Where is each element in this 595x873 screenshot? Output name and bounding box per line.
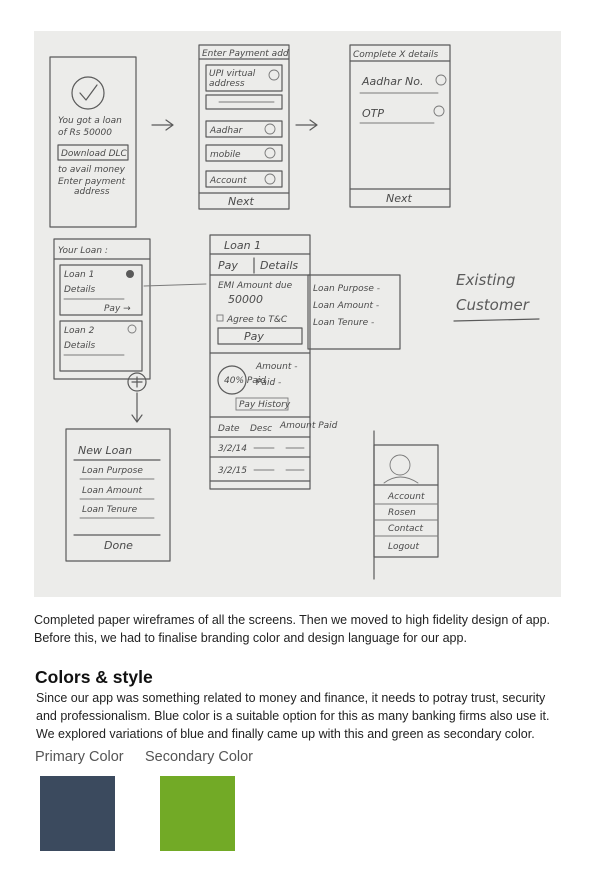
colors-section-body: Since our app was something related to m… [36,691,550,741]
sketch-tab-pay: Pay [218,259,238,272]
sketch-loan1-pay: Pay → [104,304,131,314]
wireframe-sketch-photo: You got a loan of Rs 50000 Download DLC … [34,31,561,597]
sketch-otp: OTP [362,107,384,120]
sketch-existing-2: Customer [456,296,530,314]
sketch-new-loan-purpose: Loan Purpose [82,466,143,476]
sketch-avail-1: to avail money [58,165,126,175]
sketch-row-1: 3/2/14 [218,444,247,454]
sketch-screen-payment-address: Enter Payment add UPI virtual address Aa… [198,44,318,210]
sketch-row-2: 3/2/15 [218,466,247,476]
sketch-screen-side-menu: Account Rosen Contact Logout [373,430,439,580]
sketch-loan1-label: Loan 1 [64,270,94,280]
sketch-popout-tenure: Loan Tenure - [313,318,374,328]
sketch-emi-amount: 50000 [228,293,263,306]
sketch-aadhar-no: Aadhar No. [361,75,423,88]
sketch-upi-1: UPI virtual [209,69,256,79]
sketch-popout-purpose: Loan Purpose - [313,284,380,294]
sketch-amount-label: Amount - [255,362,297,372]
sketch-field-aadhar: Aadhar [209,126,244,136]
sketch-tab-details: Details [260,259,298,272]
sketch-field-mobile: mobile [210,150,241,160]
sketch-new-loan-tenure: Loan Tenure [82,505,138,515]
sketch-loan1-title: Loan 1 [224,239,261,252]
sketch-col-amount: Amount Paid [279,421,338,431]
sketch-col-date: Date [218,424,240,434]
sketch-field-account: Account [209,176,247,186]
sketch-menu-account: Account [387,492,425,502]
sketch-agree-tc: Agree to T&C [226,315,288,325]
sketch-screen-new-loan: New Loan Loan Purpose Loan Amount Loan T… [65,428,171,562]
primary-color-label: Primary Color [35,749,124,765]
sketch-new-loan-amount: Loan Amount [82,486,142,496]
sketch-existing-1: Existing [456,271,515,289]
primary-color-swatch [40,776,115,851]
secondary-color-label: Secondary Color [145,749,253,765]
sketch-your-loan-title: Your Loan : [58,246,108,256]
wireframe-sketch-drawing: You got a loan of Rs 50000 Download DLC … [49,44,540,580]
secondary-color-swatch [160,776,235,851]
sketch-pay-button: Pay [244,330,264,343]
sketch-loan-msg-1: You got a loan [58,116,122,126]
sketch-menu-logout: Logout [388,542,419,552]
sketch-existing-customer-note: Existing Customer [453,271,540,322]
sketch-loan2-label: Loan 2 [64,326,95,336]
sketch-loan-msg-2: of Rs 50000 [58,128,112,138]
sketch-loan2-details: Details [64,341,96,351]
colors-section-title: Colors & style [35,667,153,687]
sketch-details-popout: Loan Purpose - Loan Amount - Loan Tenure… [307,274,401,350]
sketch-complete-title: Complete X details [353,50,439,60]
sketch-screen-loan-success: You got a loan of Rs 50000 Download DLC … [49,56,174,228]
sketch-upi-2: address [209,79,245,89]
sketch-download-button: Download DLC [61,149,128,159]
sketch-screen-loan-detail: Loan 1 Pay Details EMI Amount due 50000 … [209,234,338,490]
wireframe-caption: Completed paper wireframes of all the sc… [34,613,551,645]
sketch-col-desc: Desc [250,424,272,434]
sketch-avail-2: Enter payment [58,177,126,187]
sketch-emi-label: EMI Amount due [218,281,293,291]
sketch-menu-contact: Contact [388,524,423,534]
sketch-new-loan-title: New Loan [78,444,132,457]
sketch-menu-rosen: Rosen [388,508,416,518]
sketch-paid-label: Paid - [256,378,281,388]
sketch-screen-complete-details: Complete X details Aadhar No. OTP Next [349,44,451,208]
sketch-loan1-details: Details [64,285,96,295]
sketch-pay-history: Pay History [239,400,291,410]
sketch-avail-3: address [74,187,110,197]
sketch-payment-next: Next [228,195,255,208]
sketch-payment-title: Enter Payment add [202,49,289,59]
sketch-complete-next: Next [386,192,413,205]
sketch-new-loan-done: Done [104,539,133,552]
sketch-popout-amount: Loan Amount - [313,301,379,311]
sketch-screen-your-loan: Your Loan : Loan 1 Details Pay → Loan 2 … [53,238,207,423]
